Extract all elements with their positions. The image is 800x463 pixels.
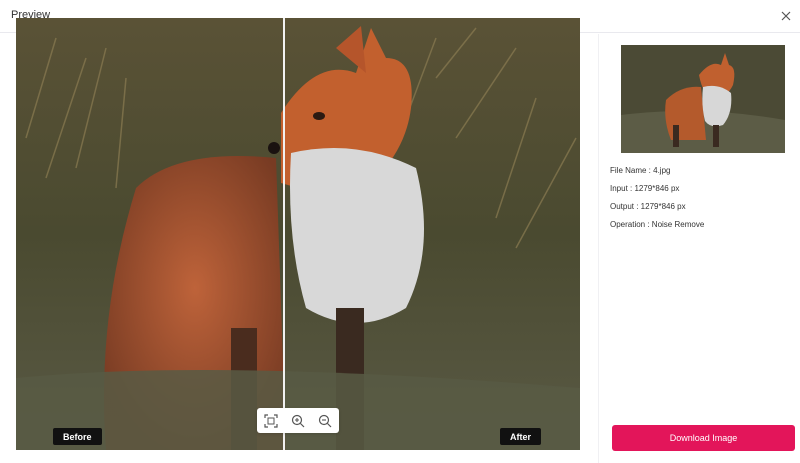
zoom-in-button[interactable] xyxy=(287,410,309,432)
close-button[interactable] xyxy=(778,8,794,24)
zoom-toolbar xyxy=(257,408,339,433)
before-label: Before xyxy=(53,428,102,445)
output-size: Output : 1279*846 px xyxy=(610,202,686,211)
zoom-out-icon xyxy=(319,414,332,427)
input-size: Input : 1279*846 px xyxy=(610,184,680,193)
after-label: After xyxy=(500,428,542,445)
comparison-slider[interactable] xyxy=(283,18,285,450)
thumbnail-image xyxy=(621,45,785,153)
zoom-in-icon xyxy=(291,414,305,427)
close-icon xyxy=(781,11,791,21)
fox-photo xyxy=(16,18,580,450)
comparison-image[interactable] xyxy=(16,18,580,450)
file-info: File Name : 4.jpg Input : 1279*846 px Ou… xyxy=(610,166,704,238)
file-name: File Name : 4.jpg xyxy=(610,166,671,175)
fit-screen-button[interactable] xyxy=(260,410,282,432)
operation: Operation : Noise Remove xyxy=(610,220,705,229)
details-panel: File Name : 4.jpg Input : 1279*846 px Ou… xyxy=(598,34,800,463)
zoom-out-button[interactable] xyxy=(314,410,336,432)
fit-screen-icon xyxy=(264,413,278,428)
download-button[interactable]: Download Image xyxy=(612,425,795,451)
